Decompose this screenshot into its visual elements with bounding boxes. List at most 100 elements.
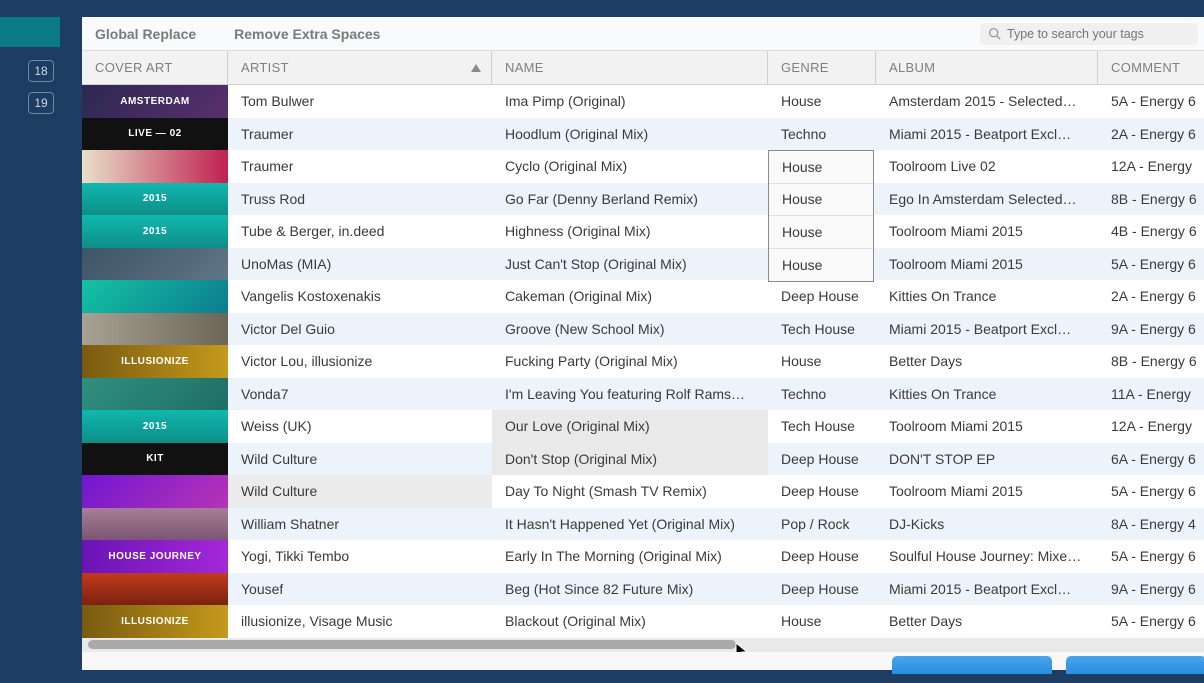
bottom-button-1[interactable] [892,656,1052,674]
comment-cell[interactable]: 8A - Energy 4 [1098,508,1204,541]
genre-edit-overlay[interactable]: HouseHouseHouseHouse [768,150,874,282]
header-artist[interactable]: ARTIST [228,51,492,84]
genre-cell[interactable]: Deep House [768,540,876,573]
genre-edit-row[interactable]: House [769,151,873,184]
artist-cell[interactable]: Victor Del Guio [228,313,492,346]
album-cell[interactable]: DJ-Kicks [876,508,1098,541]
name-cell[interactable]: Fucking Party (Original Mix) [492,345,768,378]
genre-cell[interactable]: Tech House [768,410,876,443]
table-row[interactable]: Victor Del GuioGroove (New School Mix)Te… [82,313,1204,346]
name-cell[interactable]: It Hasn't Happened Yet (Original Mix) [492,508,768,541]
comment-cell[interactable]: 5A - Energy 6 [1098,605,1204,638]
table-row[interactable]: ILLUSIONIZEVictor Lou, illusionizeFuckin… [82,345,1204,378]
table-row[interactable]: 2015Weiss (UK)Our Love (Original Mix)Tec… [82,410,1204,443]
genre-edit-row[interactable]: House [769,216,873,249]
artist-cell[interactable]: UnoMas (MIA) [228,248,492,281]
artist-cell[interactable]: Yogi, Tikki Tembo [228,540,492,573]
album-cell[interactable]: Toolroom Miami 2015 [876,410,1098,443]
comment-cell[interactable]: 5A - Energy 6 [1098,85,1204,118]
table-row[interactable]: 2015Tube & Berger, in.deedHighness (Orig… [82,215,1204,248]
album-cell[interactable]: Better Days [876,605,1098,638]
name-cell[interactable]: Early In The Morning (Original Mix) [492,540,768,573]
album-cell[interactable]: Toolroom Miami 2015 [876,248,1098,281]
comment-cell[interactable]: 9A - Energy 6 [1098,573,1204,606]
name-cell[interactable]: Just Can't Stop (Original Mix) [492,248,768,281]
comment-cell[interactable]: 8B - Energy 6 [1098,183,1204,216]
artist-cell[interactable]: Victor Lou, illusionize [228,345,492,378]
album-cell[interactable]: Miami 2015 - Beatport Excl… [876,573,1098,606]
table-row[interactable]: Vonda7I'm Leaving You featuring Rolf Ram… [82,378,1204,411]
header-comment[interactable]: COMMENT [1098,51,1204,84]
album-cell[interactable]: Toolroom Miami 2015 [876,215,1098,248]
header-album[interactable]: ALBUM [876,51,1098,84]
album-cell[interactable]: DON'T STOP EP [876,443,1098,476]
name-cell[interactable]: Highness (Original Mix) [492,215,768,248]
table-row[interactable]: AMSTERDAMTom BulwerIma Pimp (Original)Ho… [82,85,1204,118]
album-cell[interactable]: Miami 2015 - Beatport Excl… [876,118,1098,151]
genre-cell[interactable]: Tech House [768,313,876,346]
comment-cell[interactable]: 5A - Energy 6 [1098,248,1204,281]
table-row[interactable]: YousefBeg (Hot Since 82 Future Mix)Deep … [82,573,1204,606]
comment-cell[interactable]: 12A - Energy [1098,410,1204,443]
genre-cell[interactable]: Techno [768,378,876,411]
genre-cell[interactable]: Pop / Rock [768,508,876,541]
name-cell[interactable]: Day To Night (Smash TV Remix) [492,475,768,508]
name-cell[interactable]: I'm Leaving You featuring Rolf Rams… [492,378,768,411]
artist-cell[interactable]: Wild Culture [228,443,492,476]
table-row[interactable]: 2015Truss RodGo Far (Denny Berland Remix… [82,183,1204,216]
name-cell[interactable]: Ima Pimp (Original) [492,85,768,118]
genre-cell[interactable]: House [768,85,876,118]
album-cell[interactable]: Soulful House Journey: Mixe… [876,540,1098,573]
table-row[interactable]: William ShatnerIt Hasn't Happened Yet (O… [82,508,1204,541]
artist-cell[interactable]: Tom Bulwer [228,85,492,118]
scrollbar-thumb[interactable] [88,640,736,649]
album-cell[interactable]: Better Days [876,345,1098,378]
album-cell[interactable]: Toolroom Miami 2015 [876,475,1098,508]
comment-cell[interactable]: 11A - Energy [1098,378,1204,411]
album-cell[interactable]: Toolroom Live 02 [876,150,1098,183]
table-row[interactable]: UnoMas (MIA)Just Can't Stop (Original Mi… [82,248,1204,281]
name-cell[interactable]: Cakeman (Original Mix) [492,280,768,313]
sidebar-badge-1[interactable]: 18 [28,60,54,82]
artist-cell[interactable]: Tube & Berger, in.deed [228,215,492,248]
artist-cell[interactable]: Wild Culture [228,475,492,508]
genre-cell[interactable]: Deep House [768,475,876,508]
global-replace-button[interactable]: Global Replace [95,26,196,42]
comment-cell[interactable]: 4B - Energy 6 [1098,215,1204,248]
artist-cell[interactable]: Traumer [228,150,492,183]
name-cell[interactable]: Our Love (Original Mix) [492,410,768,443]
name-cell[interactable]: Go Far (Denny Berland Remix) [492,183,768,216]
genre-cell[interactable]: House [768,345,876,378]
search-box[interactable] [980,23,1198,45]
comment-cell[interactable]: 12A - Energy [1098,150,1204,183]
album-cell[interactable]: Amsterdam 2015 - Selected… [876,85,1098,118]
comment-cell[interactable]: 5A - Energy 6 [1098,475,1204,508]
table-row[interactable]: HOUSE JOURNEYYogi, Tikki TemboEarly In T… [82,540,1204,573]
horizontal-scrollbar[interactable] [82,638,1204,652]
search-input[interactable] [1007,27,1190,41]
table-row[interactable]: TraumerCyclo (Original Mix)Toolroom Live… [82,150,1204,183]
active-side-tab[interactable] [0,17,60,47]
table-row[interactable]: KITWild CultureDon't Stop (Original Mix)… [82,443,1204,476]
table-row[interactable]: Wild CultureDay To Night (Smash TV Remix… [82,475,1204,508]
table-row[interactable]: Vangelis KostoxenakisCakeman (Original M… [82,280,1204,313]
comment-cell[interactable]: 8B - Energy 6 [1098,345,1204,378]
genre-cell[interactable]: House [768,605,876,638]
genre-cell[interactable]: Deep House [768,573,876,606]
name-cell[interactable]: Blackout (Original Mix) [492,605,768,638]
comment-cell[interactable]: 9A - Energy 6 [1098,313,1204,346]
genre-cell[interactable]: Techno [768,118,876,151]
table-row[interactable]: ILLUSIONIZEillusionize, Visage MusicBlac… [82,605,1204,638]
album-cell[interactable]: Kitties On Trance [876,378,1098,411]
artist-cell[interactable]: Traumer [228,118,492,151]
name-cell[interactable]: Groove (New School Mix) [492,313,768,346]
header-genre[interactable]: GENRE [768,51,876,84]
header-cover-art[interactable]: COVER ART [82,51,228,84]
bottom-button-2[interactable] [1066,656,1204,674]
comment-cell[interactable]: 5A - Energy 6 [1098,540,1204,573]
album-cell[interactable]: Kitties On Trance [876,280,1098,313]
artist-cell[interactable]: Vangelis Kostoxenakis [228,280,492,313]
artist-cell[interactable]: William Shatner [228,508,492,541]
genre-cell[interactable]: Deep House [768,280,876,313]
genre-cell[interactable]: Deep House [768,443,876,476]
